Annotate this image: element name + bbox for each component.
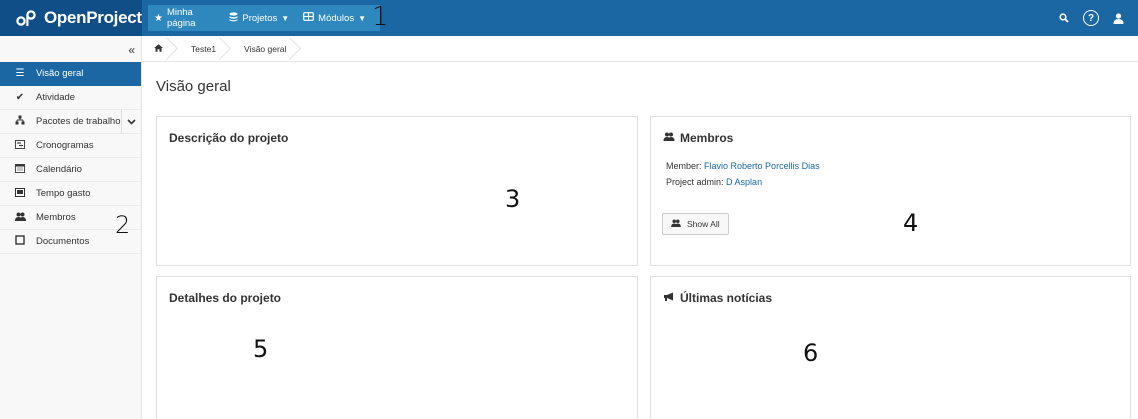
sidebar-item-timelines[interactable]: Cronogramas — [0, 134, 141, 158]
group-icon — [663, 132, 675, 144]
sidebar-item-label: Visão geral — [36, 68, 84, 79]
member-link[interactable]: Flavio Roberto Porcellis Dias — [704, 161, 820, 171]
annotation-marker-2: 2 — [115, 211, 131, 239]
chevron-down-icon[interactable] — [121, 110, 141, 134]
sidebar-item-label: Documentos — [36, 236, 90, 247]
admin-link[interactable]: D Asplan — [726, 177, 762, 187]
sidebar-item-label: Tempo gasto — [36, 188, 91, 199]
sidebar-item-overview[interactable]: ☰ Visão geral — [0, 62, 141, 86]
annotation-marker-4: 4 — [903, 209, 919, 237]
nav-modules-label: Módulos — [318, 12, 355, 24]
project-details-widget: Detalhes do projeto 5 — [156, 276, 638, 419]
latest-news-widget: Últimas notícias 6 — [650, 276, 1131, 419]
star-icon: ★ — [154, 12, 163, 24]
widget-title: Últimas notícias — [663, 291, 772, 305]
home-icon — [154, 43, 163, 54]
annotation-marker-1: 1 — [372, 2, 389, 32]
admin-row: Project admin: D Asplan — [666, 177, 762, 187]
sidebar-item-activity[interactable]: ✔ Atividade — [0, 86, 141, 110]
widget-title-label: Detalhes do projeto — [169, 291, 282, 305]
sidebar-item-label: Pacotes de trabalho — [36, 116, 121, 127]
nav-my-page-label: Minha página — [166, 7, 196, 29]
timeline-icon — [14, 139, 26, 152]
group-icon — [14, 212, 26, 224]
top-bar: OpenProject ★ Minha página Projetos ▼ Mó… — [0, 0, 1138, 36]
help-glyph: ? — [1083, 10, 1099, 26]
nav-my-page[interactable]: ★ Minha página — [154, 7, 215, 29]
widget-title-label: Membros — [680, 131, 734, 145]
member-role-label: Member: — [666, 161, 702, 171]
chevron-down-icon: ▼ — [281, 13, 290, 23]
nav-modules[interactable]: Módulos ▼ — [303, 12, 366, 24]
sidebar-item-label: Atividade — [36, 92, 76, 103]
search-icon[interactable] — [1059, 13, 1069, 23]
brand-logo[interactable]: OpenProject — [0, 0, 142, 36]
document-icon — [14, 235, 26, 248]
help-icon[interactable]: ? — [1083, 10, 1099, 26]
page-title: Visão geral — [156, 78, 231, 95]
widget-title: Membros — [663, 131, 733, 145]
breadcrumb-current: Visão geral — [232, 36, 302, 62]
widget-title: Detalhes do projeto — [169, 291, 281, 305]
annotation-marker-3: 3 — [505, 185, 521, 213]
project-description-widget: Descrição do projeto 3 — [156, 116, 638, 266]
modules-icon — [303, 12, 315, 24]
hierarchy-icon — [14, 115, 26, 128]
admin-role-label: Project admin: — [666, 177, 724, 187]
members-widget: Membros Member: Flavio Roberto Porcellis… — [650, 116, 1131, 266]
projects-icon — [229, 11, 238, 25]
sidebar-item-work-packages[interactable]: Pacotes de trabalho — [0, 110, 141, 134]
annotation-marker-5: 5 — [253, 335, 269, 363]
show-all-label: Show All — [687, 219, 720, 229]
brand-name: OpenProject — [44, 8, 142, 27]
breadcrumb-project-label: Teste1 — [191, 43, 217, 54]
breadcrumb-home[interactable] — [154, 36, 179, 62]
show-all-members-button[interactable]: Show All — [662, 213, 729, 235]
main-menu: ★ Minha página Projetos ▼ Módulos ▼ — [148, 5, 380, 31]
user-icon[interactable] — [1113, 12, 1124, 24]
breadcrumb-current-label: Visão geral — [244, 43, 287, 54]
group-icon — [671, 219, 681, 229]
sidebar-item-label: Calendário — [36, 164, 82, 175]
member-row: Member: Flavio Roberto Porcellis Dias — [666, 161, 820, 171]
list-icon: ☰ — [15, 68, 25, 79]
breadcrumb: Teste1 Visão geral — [142, 36, 1138, 62]
widget-title: Descrição do projeto — [169, 131, 288, 145]
breadcrumb-project[interactable]: Teste1 — [179, 36, 232, 62]
checkmark-icon: ✔ — [15, 92, 25, 103]
calendar-icon — [14, 163, 26, 176]
sidebar-item-label: Membros — [36, 212, 76, 223]
sidebar-item-calendar[interactable]: Calendário — [0, 158, 141, 182]
sidebar-item-time-spent[interactable]: Tempo gasto — [0, 182, 141, 206]
top-right-menu: ? — [1059, 0, 1138, 36]
nav-projects-label: Projetos — [242, 12, 278, 24]
nav-projects[interactable]: Projetos ▼ — [229, 11, 290, 25]
chevron-down-icon: ▼ — [358, 13, 366, 23]
widget-title-label: Últimas notícias — [680, 291, 773, 305]
openproject-logo-icon — [16, 10, 36, 26]
time-icon — [14, 187, 26, 200]
collapse-sidebar-icon[interactable]: « — [128, 43, 135, 57]
annotation-marker-6: 6 — [803, 339, 819, 367]
sidebar-item-label: Cronogramas — [36, 140, 94, 151]
widget-title-label: Descrição do projeto — [169, 131, 289, 145]
megaphone-icon — [663, 292, 675, 304]
